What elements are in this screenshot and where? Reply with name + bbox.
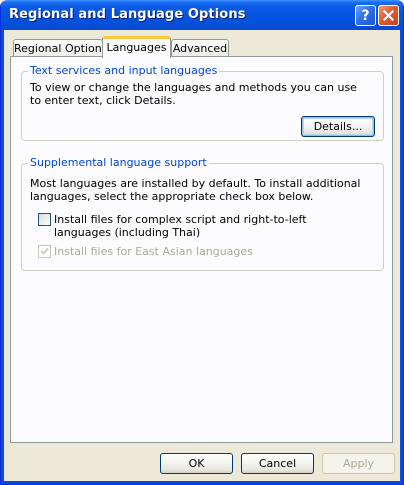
close-button[interactable] [378,5,399,26]
tab-regional-options[interactable]: Regional Options [13,39,107,57]
close-icon [383,10,394,21]
complex-script-label[interactable]: Install files for complex script and rig… [54,213,366,239]
checkmark-icon [40,247,49,255]
cancel-button[interactable]: Cancel [241,453,314,474]
text-services-group-title: Text services and input languages [28,64,220,77]
apply-button: Apply [322,453,395,474]
help-icon: ? [361,7,370,24]
tab-advanced[interactable]: Advanced [171,39,229,57]
east-asian-label: Install files for East Asian languages [54,245,253,258]
east-asian-option: Install files for East Asian languages [38,245,368,258]
tab-languages[interactable]: Languages [102,36,171,58]
window-title: Regional and Language Options [9,7,246,22]
languages-tab-panel: Text services and input languages To vie… [10,56,393,443]
supplemental-group-title: Supplemental language support [28,156,209,169]
complex-script-option[interactable]: Install files for complex script and rig… [38,213,368,239]
help-button[interactable]: ? [355,5,376,26]
supplemental-language-group: Supplemental language support Most langu… [21,156,384,271]
supplemental-description: Most languages are installed by default.… [30,177,361,203]
dialog-window: Regional and Language Options ? Regional… [0,0,404,485]
east-asian-checkbox [38,245,51,258]
tab-languages-label: Languages [106,41,167,54]
ok-button[interactable]: OK [160,453,233,474]
title-bar[interactable]: Regional and Language Options ? [1,0,403,30]
window-bottom-border [1,481,403,484]
complex-script-checkbox[interactable] [38,213,51,226]
details-button[interactable]: Details... [301,116,375,137]
text-services-group: Text services and input languages To vie… [21,64,384,141]
text-services-description: To view or change the languages and meth… [30,81,357,107]
tab-regional-options-label: Regional Options [14,42,108,55]
tab-advanced-label: Advanced [172,42,228,55]
